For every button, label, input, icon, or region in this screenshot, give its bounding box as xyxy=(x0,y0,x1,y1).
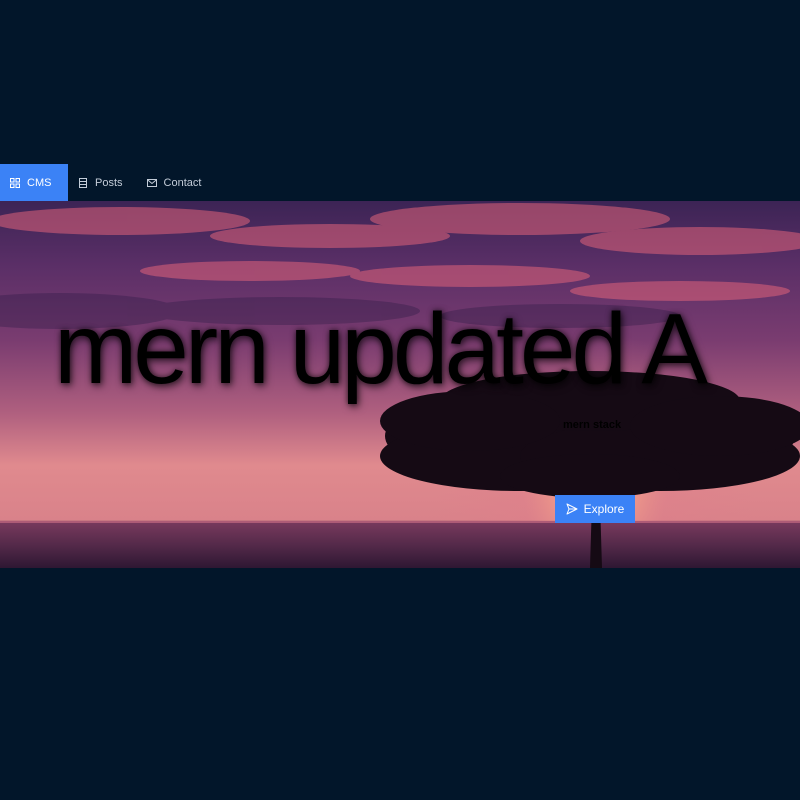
document-icon xyxy=(78,177,88,188)
nav-item-label: Posts xyxy=(95,176,123,189)
grid-icon xyxy=(10,177,20,188)
nav-item-label: Contact xyxy=(163,176,202,189)
nav-item-posts[interactable]: Posts xyxy=(68,164,137,201)
nav-item-label: CMS xyxy=(27,176,52,189)
send-icon xyxy=(566,503,578,515)
explore-button-label: Explore xyxy=(583,502,625,516)
explore-button[interactable]: Explore xyxy=(555,495,635,523)
top-nav: CMS Posts Contact xyxy=(0,164,800,201)
nav-item-contact[interactable]: Contact xyxy=(137,164,216,201)
hero-title: mern updated A xyxy=(54,293,708,405)
page: CMS Posts Contact mern updated A mern st… xyxy=(0,0,800,800)
hero-subtitle: mern stack xyxy=(563,419,622,431)
nav-item-cms[interactable]: CMS xyxy=(0,164,68,201)
mail-icon xyxy=(146,178,157,188)
hero-banner: mern updated A mern stack Explore xyxy=(0,201,800,568)
